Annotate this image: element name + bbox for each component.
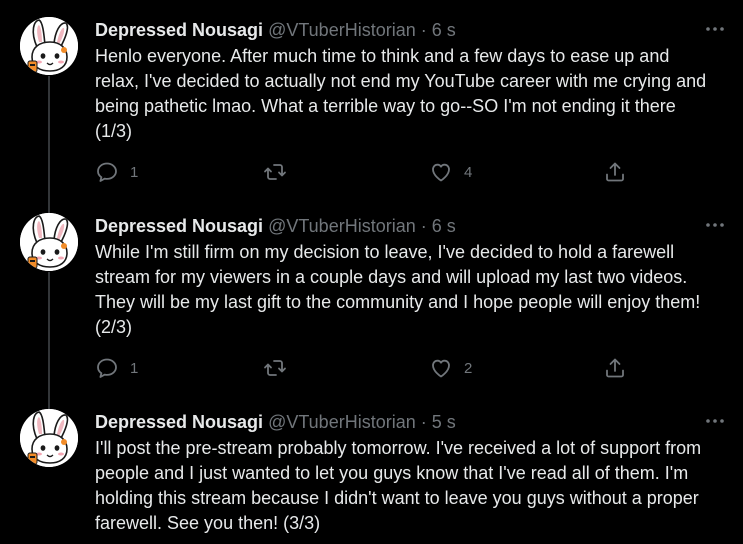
share-button[interactable]	[603, 356, 627, 380]
timestamp[interactable]: 6 s	[432, 20, 456, 41]
avatar-image	[20, 409, 78, 467]
heart-icon	[432, 359, 450, 378]
tweet-header: Depressed Nousagi @VTuberHistorian · 6 s	[95, 215, 456, 237]
share-icon	[606, 162, 624, 182]
like-button[interactable]: 4	[429, 160, 472, 184]
retweet-button[interactable]	[263, 356, 287, 380]
thread-connector-line	[48, 272, 50, 409]
tweet-header: Depressed Nousagi @VTuberHistorian · 6 s	[95, 19, 456, 41]
like-count: 2	[464, 359, 473, 377]
share-icon	[606, 358, 624, 378]
avatar-image	[20, 213, 78, 271]
reply-count: 1	[130, 359, 139, 377]
like-button[interactable]: 2	[429, 356, 472, 380]
timestamp[interactable]: 5 s	[432, 412, 456, 433]
like-count: 4	[464, 163, 473, 181]
reply-button[interactable]: 1	[95, 160, 138, 184]
avatar[interactable]	[20, 213, 78, 271]
separator-dot: ·	[420, 411, 427, 432]
retweet-icon	[264, 360, 286, 376]
tweet-header: Depressed Nousagi @VTuberHistorian · 5 s	[95, 411, 456, 433]
display-name[interactable]: Depressed Nousagi	[95, 216, 263, 237]
retweet-icon	[264, 164, 286, 180]
more-options-icon	[706, 27, 724, 31]
avatar[interactable]	[20, 17, 78, 75]
retweet-button[interactable]	[263, 160, 287, 184]
tweet-text: While I'm still firm on my decision to l…	[95, 242, 701, 337]
thread-connector-line	[48, 76, 50, 213]
reply-icon	[97, 358, 117, 378]
tweet-actions: 1 4	[95, 160, 635, 184]
separator-dot: ·	[420, 215, 427, 236]
more-options-button[interactable]	[704, 20, 726, 38]
tweet-text: Henlo everyone. After much time to think…	[95, 46, 707, 141]
reply-icon	[97, 162, 117, 182]
avatar-image	[20, 17, 78, 75]
tweet-text: I'll post the pre-stream probably tomorr…	[95, 438, 702, 533]
share-button[interactable]	[603, 160, 627, 184]
more-options-button[interactable]	[704, 412, 726, 430]
reply-count: 1	[130, 163, 139, 181]
display-name[interactable]: Depressed Nousagi	[95, 20, 263, 41]
more-options-icon	[706, 419, 724, 423]
reply-button[interactable]: 1	[95, 356, 138, 380]
heart-icon	[432, 163, 450, 182]
user-handle[interactable]: @VTuberHistorian	[268, 412, 416, 433]
tweet-thread: Depressed Nousagi @VTuberHistorian · 6 s…	[0, 0, 743, 544]
user-handle[interactable]: @VTuberHistorian	[268, 216, 416, 237]
tweet-actions: 1 2	[95, 356, 635, 380]
display-name[interactable]: Depressed Nousagi	[95, 412, 263, 433]
separator-dot: ·	[420, 19, 427, 40]
more-options-icon	[706, 223, 724, 227]
avatar[interactable]	[20, 409, 78, 467]
timestamp[interactable]: 6 s	[432, 216, 456, 237]
user-handle[interactable]: @VTuberHistorian	[268, 20, 416, 41]
more-options-button[interactable]	[704, 216, 726, 234]
